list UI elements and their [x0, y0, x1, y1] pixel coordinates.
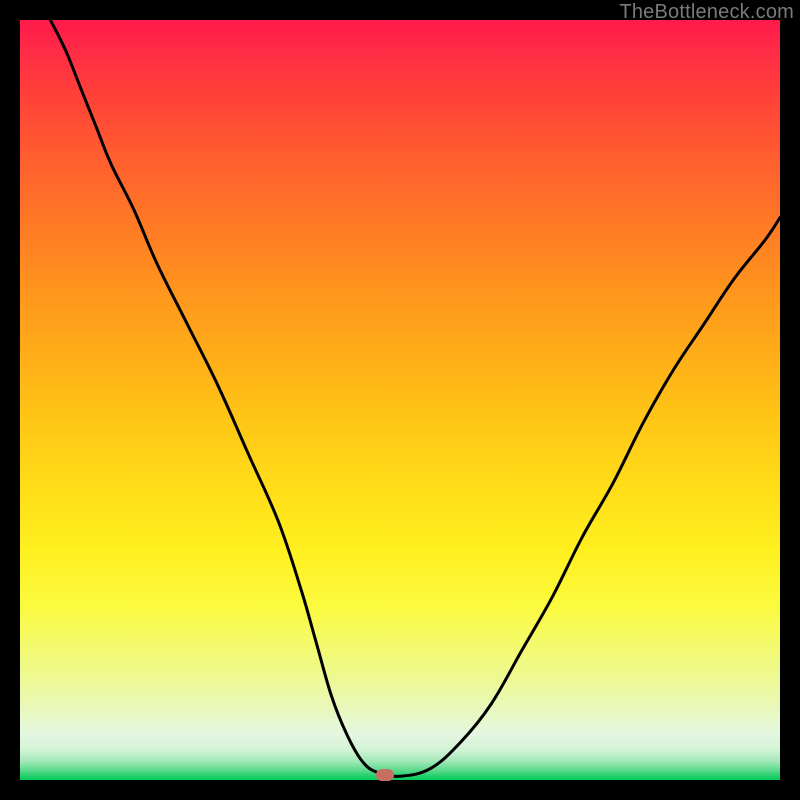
- bottleneck-curve: [50, 20, 780, 776]
- chart-container: TheBottleneck.com: [0, 0, 800, 800]
- optimum-marker: [376, 769, 394, 781]
- curve-svg: [20, 20, 780, 780]
- plot-area: [20, 20, 780, 780]
